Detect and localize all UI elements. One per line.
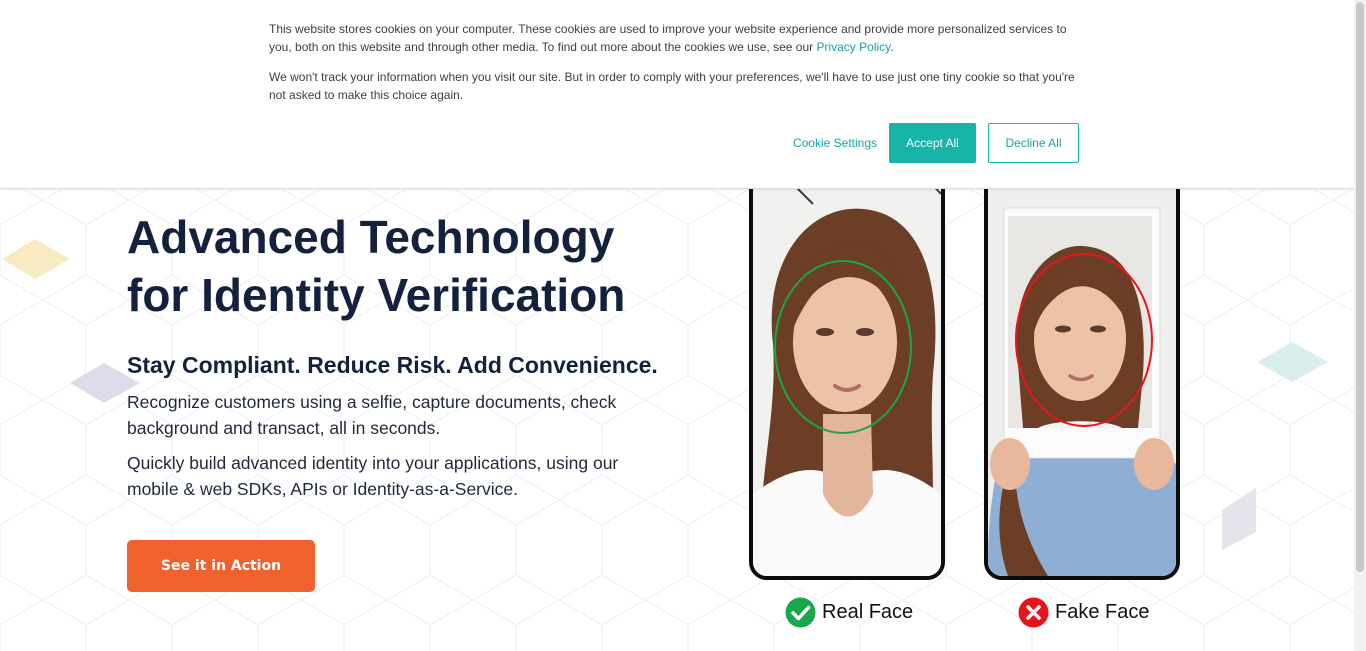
fake-face-text: Fake Face (1055, 600, 1150, 623)
real-face-label: Real Face (785, 596, 913, 628)
hero-subtitle: Stay Compliant. Reduce Risk. Add Conveni… (127, 352, 658, 378)
cookie-settings-button[interactable]: Cookie Settings (785, 124, 885, 162)
check-circle-icon (785, 597, 816, 627)
hero-title-line1: Advanced Technology (127, 211, 615, 263)
fake-face-phone (984, 160, 1180, 580)
accept-all-button[interactable]: Accept All (889, 123, 976, 163)
hero-description-1: Recognize customers using a selfie, capt… (127, 392, 617, 438)
see-it-in-action-button[interactable]: See it in Action (127, 540, 315, 592)
decline-all-button[interactable]: Decline All (988, 123, 1079, 163)
hero-description-2: Quickly build advanced identity into you… (127, 453, 619, 499)
hero-title-line2: for Identity Verification (127, 269, 626, 321)
cookie-tracking-text: We won't track your information when you… (269, 70, 1075, 102)
page-scrollbar-thumb[interactable] (1356, 2, 1364, 572)
fake-face-label: Fake Face (1018, 596, 1149, 628)
privacy-policy-link[interactable]: Privacy Policy (816, 40, 890, 54)
real-face-text: Real Face (822, 600, 914, 623)
hero-title: Advanced Technology for Identity Verific… (127, 208, 625, 324)
x-circle-icon (1018, 597, 1049, 627)
fake-face-photo (988, 164, 1176, 576)
cookie-consent-banner: This website stores cookies on your comp… (0, 0, 1354, 189)
real-face-phone (749, 160, 945, 580)
cookie-notice-text: This website stores cookies on your comp… (269, 22, 1067, 54)
real-face-photo (753, 164, 941, 576)
